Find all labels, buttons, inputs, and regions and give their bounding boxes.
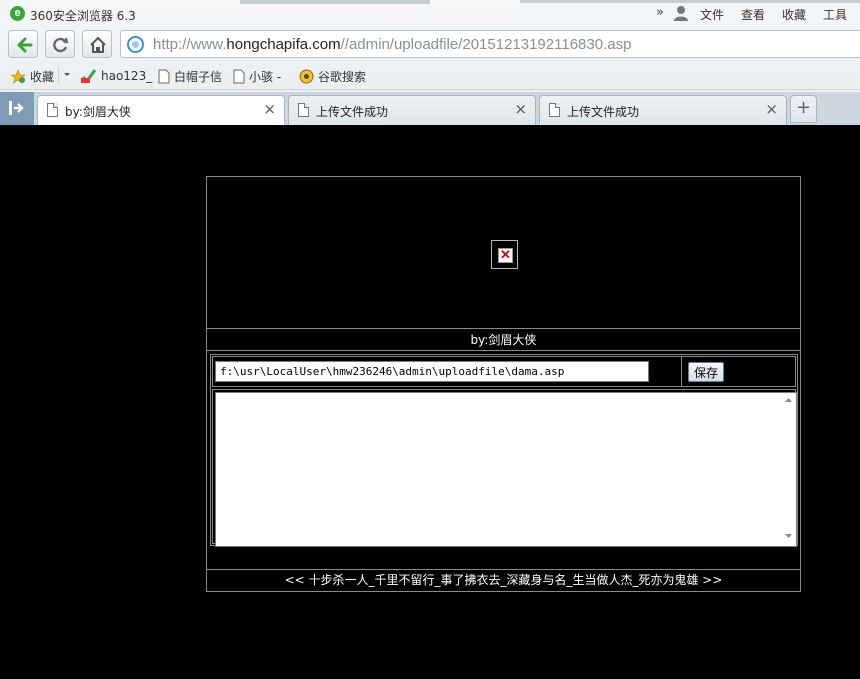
tab-label: 上传文件成功 bbox=[316, 105, 389, 119]
page-icon bbox=[549, 103, 560, 117]
menu-view[interactable]: 查看 bbox=[741, 6, 765, 23]
user-icon[interactable] bbox=[672, 4, 690, 22]
home-button[interactable] bbox=[82, 30, 112, 58]
upload-panel: ✕ by:剑眉大侠 保存 << 十步杀一人_千里不留行_事了拂衣去_深藏身与名_… bbox=[206, 176, 801, 592]
star-folder-icon bbox=[10, 69, 26, 84]
bookmark-whitehat-label: 白帽子信 bbox=[174, 70, 223, 84]
menu-favorites[interactable]: 收藏 bbox=[782, 6, 806, 23]
scroll-up-icon[interactable] bbox=[782, 394, 795, 406]
edit-form: 保存 bbox=[210, 354, 798, 547]
sidebar-toggle-button[interactable] bbox=[0, 92, 34, 125]
bookmark-google-search-label: 谷歌搜索 bbox=[318, 70, 367, 84]
author-byline: by:剑眉大侠 bbox=[207, 329, 800, 351]
page-content: ✕ by:剑眉大侠 保存 << 十步杀一人_千里不留行_事了拂衣去_深藏身与名_… bbox=[0, 125, 860, 679]
scroll-down-icon[interactable] bbox=[782, 530, 795, 542]
refresh-icon bbox=[53, 37, 69, 53]
menu-tools[interactable]: 工具 bbox=[823, 6, 847, 23]
content-row bbox=[212, 389, 797, 547]
window-title: 360安全浏览器 6.3 bbox=[30, 9, 136, 23]
close-tab-icon[interactable]: × bbox=[263, 100, 276, 118]
sidebar-toggle-icon bbox=[9, 101, 24, 115]
address-bar[interactable]: http://www.hongchapifa.com//admin/upload… bbox=[120, 30, 860, 58]
more-chevron-icon[interactable]: » bbox=[656, 5, 664, 20]
tab-bar: by:剑眉大侠 × 上传文件成功 × 上传文件成功 × + bbox=[0, 92, 860, 126]
browser-chrome: e 360安全浏览器 6.3 » 文件 查看 收藏 工具 http://www.… bbox=[0, 0, 860, 126]
url-path: //admin/uploadfile/20151213192116830.asp bbox=[340, 36, 632, 53]
bookmark-xiaohai[interactable]: 小骇 - bbox=[233, 68, 281, 85]
favorites-dropdown-icon[interactable] bbox=[58, 66, 74, 84]
tab-upload-success-2[interactable]: 上传文件成功 × bbox=[539, 95, 787, 125]
google-search-icon bbox=[299, 69, 314, 84]
tab-label: 上传文件成功 bbox=[567, 105, 640, 119]
bookmark-favorites[interactable]: 收藏 bbox=[10, 68, 54, 85]
hao123-icon bbox=[81, 69, 97, 83]
broken-image-icon: ✕ bbox=[491, 240, 518, 269]
file-path-input[interactable] bbox=[215, 361, 649, 382]
bookmark-google-search[interactable]: 谷歌搜索 bbox=[299, 68, 366, 85]
footer-poem: << 十步杀一人_千里不留行_事了拂衣去_深藏身与名_生当做人杰_死亦为鬼雄 >… bbox=[207, 569, 800, 591]
menu-file[interactable]: 文件 bbox=[700, 6, 724, 23]
browser-logo-icon: e bbox=[10, 6, 25, 21]
address-url[interactable]: http://www.hongchapifa.com//admin/upload… bbox=[153, 36, 631, 53]
refresh-button[interactable] bbox=[45, 30, 75, 58]
tab-label: by:剑眉大侠 bbox=[65, 105, 131, 119]
title-bar-decoration-right bbox=[520, 0, 860, 3]
back-arrow-icon bbox=[17, 37, 33, 53]
bookmarks-bar: 收藏 hao123_ 白帽子信 小骇 - 谷歌搜索 bbox=[0, 62, 860, 90]
path-row: 保存 bbox=[212, 356, 796, 387]
url-prefix: http://www. bbox=[153, 36, 227, 53]
page-icon bbox=[233, 69, 245, 84]
navigation-bar: http://www.hongchapifa.com//admin/upload… bbox=[0, 28, 860, 62]
bookmark-hao123[interactable]: hao123_ bbox=[81, 68, 152, 83]
title-bar-decoration bbox=[240, 0, 430, 4]
bookmark-whitehat[interactable]: 白帽子信 bbox=[158, 68, 222, 85]
site-security-icon[interactable] bbox=[127, 36, 144, 53]
page-icon bbox=[47, 103, 58, 117]
bookmark-hao123-label: hao123_ bbox=[101, 69, 153, 83]
title-bar: e 360安全浏览器 6.3 » 文件 查看 收藏 工具 bbox=[0, 0, 860, 28]
close-tab-icon[interactable]: × bbox=[765, 100, 778, 118]
tab-upload-success-1[interactable]: 上传文件成功 × bbox=[288, 95, 536, 125]
url-domain: hongchapifa.com bbox=[226, 36, 341, 53]
home-icon bbox=[90, 36, 106, 53]
bookmark-favorites-label: 收藏 bbox=[30, 70, 55, 84]
close-tab-icon[interactable]: × bbox=[514, 100, 527, 118]
page-icon bbox=[298, 103, 309, 117]
image-area: ✕ bbox=[207, 177, 800, 329]
cell-divider bbox=[681, 357, 682, 386]
save-button[interactable]: 保存 bbox=[688, 362, 724, 382]
page-icon bbox=[158, 69, 170, 84]
new-tab-button[interactable]: + bbox=[790, 95, 817, 123]
back-button[interactable] bbox=[8, 30, 38, 58]
file-content-textarea[interactable] bbox=[215, 392, 797, 547]
bookmark-xiaohai-label: 小骇 - bbox=[249, 70, 282, 84]
tab-byline[interactable]: by:剑眉大侠 × bbox=[37, 95, 285, 126]
